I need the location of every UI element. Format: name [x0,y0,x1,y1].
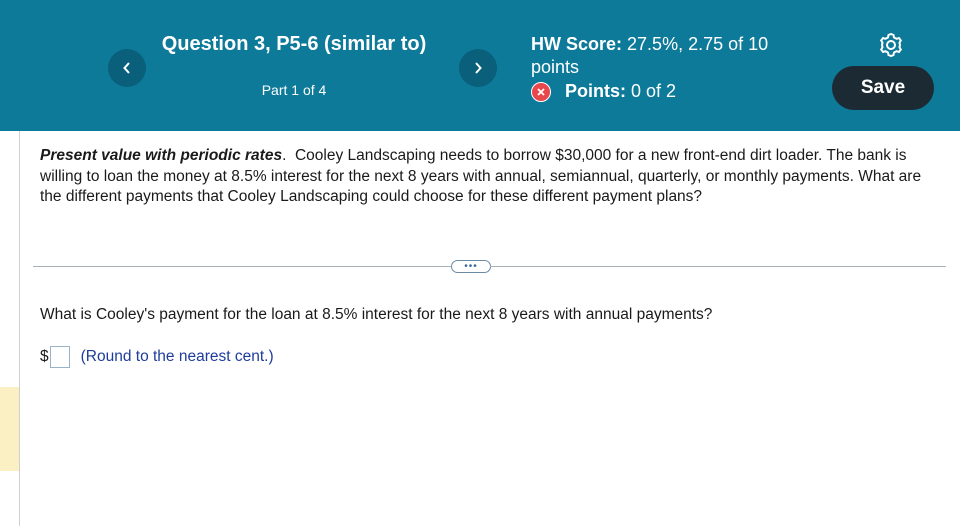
hw-score: HW Score: 27.5%, 2.75 of 10 points [531,33,821,79]
hw-score-value: 27.5%, 2.75 of 10 [627,34,769,54]
currency-symbol: $ [40,348,49,365]
rounding-hint: (Round to the nearest cent.) [80,348,274,365]
question-title: Question 3, P5-6 (similar to) [161,33,427,55]
left-highlight-strip [0,387,19,471]
expand-more-button[interactable]: ••• [451,260,491,273]
save-button[interactable]: Save [832,66,934,110]
hw-score-unit: points [531,57,580,77]
section-divider-right [490,266,946,267]
next-question-button[interactable] [459,49,497,87]
answer-row: $ (Round to the nearest cent.) [40,346,274,368]
question-part: Part 1 of 4 [261,82,327,98]
points-status: Points: 0 of 2 [531,81,676,102]
problem-statement: Present value with periodic rates. Coole… [40,147,922,205]
section-divider-left [33,266,451,267]
left-divider [19,131,20,526]
ellipsis-icon: ••• [464,260,478,272]
x-circle-icon [531,81,551,102]
question-header: Question 3, P5-6 (similar to) Part 1 of … [0,0,960,131]
chevron-left-icon [123,62,130,74]
question-text: What is Cooley's payment for the loan at… [40,306,713,323]
points-label: Points: [565,81,626,101]
gear-icon[interactable] [877,31,905,59]
previous-question-button[interactable] [108,49,146,87]
answer-input[interactable] [49,346,70,368]
hw-score-label: HW Score: [531,34,623,54]
points-value: 0 of 2 [631,81,677,101]
problem-title: Present value with periodic rates [40,147,283,164]
chevron-right-icon [475,62,482,74]
